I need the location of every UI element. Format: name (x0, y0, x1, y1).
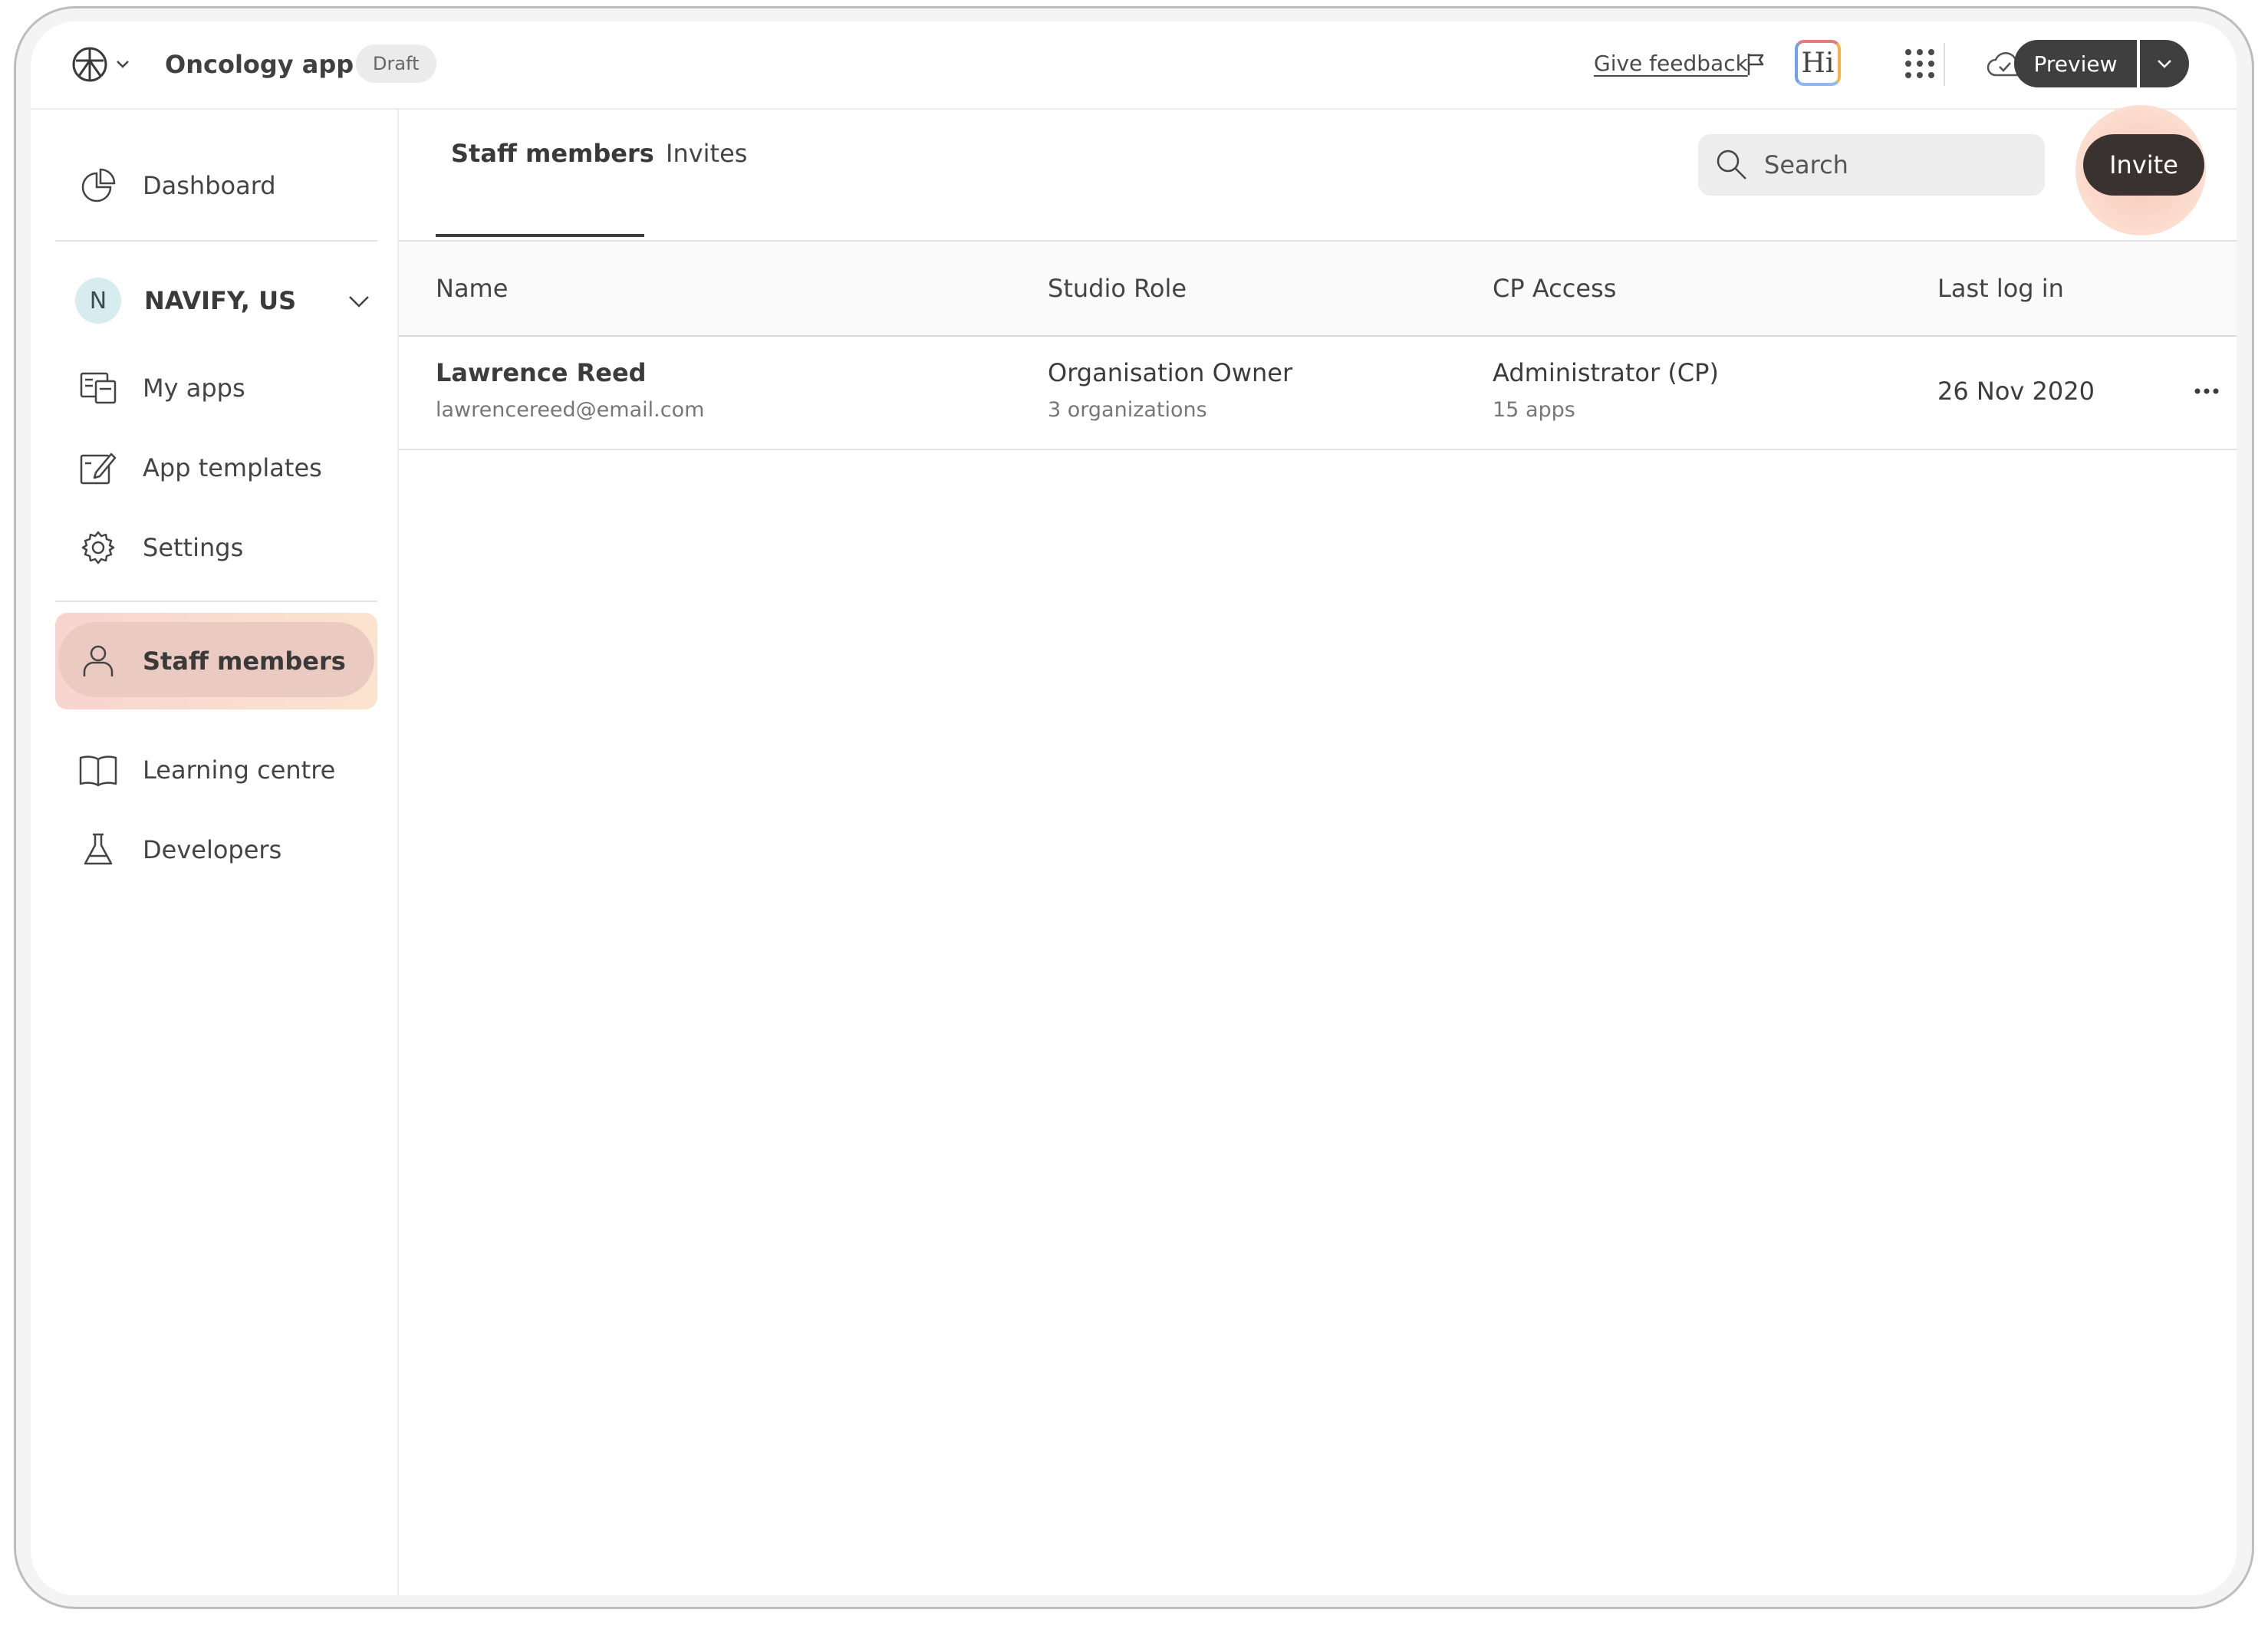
org-name: NAVIFY, US (144, 286, 297, 315)
sidebar-item-label: Dashboard (143, 171, 276, 200)
sidebar-item-label: Learning centre (143, 755, 336, 785)
toolbar-divider (1944, 43, 1945, 86)
search-input[interactable]: Search (1698, 134, 2045, 196)
sidebar-divider (55, 240, 377, 242)
search-placeholder: Search (1764, 150, 1848, 179)
table-row[interactable]: Lawrence Reed lawrencereed@email.com Org… (399, 337, 2237, 450)
preview-dropdown-button[interactable] (2140, 40, 2189, 87)
sidebar-item-label: App templates (143, 453, 322, 482)
invite-button[interactable]: Invite (2083, 134, 2204, 196)
sidebar-item-my-apps[interactable]: My apps (55, 355, 377, 421)
member-last-login: 26 Nov 2020 (1937, 377, 2095, 406)
flag-icon[interactable] (1746, 52, 1767, 77)
sidebar: Dashboard N NAVIFY, US My apps App templ… (31, 108, 399, 1595)
org-switcher[interactable]: N NAVIFY, US (55, 268, 377, 334)
chevron-down-icon (2155, 58, 2174, 70)
table-header: Name Studio Role CP Access Last log in (399, 240, 2237, 337)
logo-icon (71, 45, 109, 84)
app-title: Oncology app (165, 50, 354, 79)
tab-invites[interactable]: Invites (666, 139, 747, 168)
chevron-down-icon (347, 294, 371, 309)
tab-staff-members[interactable]: Staff members (451, 139, 654, 168)
sidebar-item-developers[interactable]: Developers (55, 817, 377, 883)
member-access: Administrator (CP) (1493, 358, 1719, 387)
member-role-detail: 3 organizations (1048, 398, 1207, 422)
search-icon (1715, 148, 1749, 182)
app-screen: Oncology app Draft Give feedback Hi Prev… (31, 21, 2237, 1595)
more-options-icon[interactable] (2194, 387, 2220, 395)
org-avatar: N (75, 278, 121, 324)
preview-button[interactable]: Preview (2014, 40, 2137, 87)
apps-grid-icon[interactable] (1902, 46, 1937, 81)
logo-menu-button[interactable] (71, 44, 130, 84)
column-header-studio-role[interactable]: Studio Role (1048, 274, 1187, 303)
top-bar: Oncology app Draft Give feedback Hi Prev… (31, 21, 2237, 110)
column-header-name[interactable]: Name (436, 274, 508, 303)
sidebar-item-label: My apps (143, 374, 245, 403)
gear-icon (77, 529, 120, 566)
flask-icon (77, 831, 120, 868)
sidebar-item-app-templates[interactable]: App templates (55, 435, 377, 501)
status-badge: Draft (356, 44, 436, 83)
member-name: Lawrence Reed (436, 358, 647, 387)
template-icon (77, 449, 120, 486)
person-icon (77, 643, 120, 680)
sidebar-item-staff-members[interactable]: Staff members (55, 613, 377, 709)
sidebar-item-label: Developers (143, 835, 282, 864)
column-header-last-login[interactable]: Last log in (1937, 274, 2064, 303)
member-access-detail: 15 apps (1493, 398, 1575, 422)
active-tab-indicator (436, 234, 644, 237)
hi-avatar-button[interactable]: Hi (1795, 40, 1841, 86)
sidebar-item-learning-centre[interactable]: Learning centre (55, 737, 377, 803)
sidebar-divider (55, 601, 377, 602)
sidebar-item-dashboard[interactable]: Dashboard (55, 153, 377, 219)
main-content: Staff members Invites Search Invite Name… (399, 105, 2237, 1595)
chevron-down-icon (115, 59, 130, 70)
book-icon (77, 753, 120, 787)
member-email: lawrencereed@email.com (436, 398, 705, 422)
sidebar-item-label: Staff members (143, 647, 346, 676)
member-role: Organisation Owner (1048, 358, 1293, 387)
apps-icon (77, 370, 120, 406)
give-feedback-link[interactable]: Give feedback (1594, 51, 1748, 76)
pie-chart-icon (77, 167, 120, 204)
sidebar-item-settings[interactable]: Settings (55, 515, 377, 581)
sidebar-item-label: Settings (143, 533, 244, 562)
column-header-cp-access[interactable]: CP Access (1493, 274, 1616, 303)
